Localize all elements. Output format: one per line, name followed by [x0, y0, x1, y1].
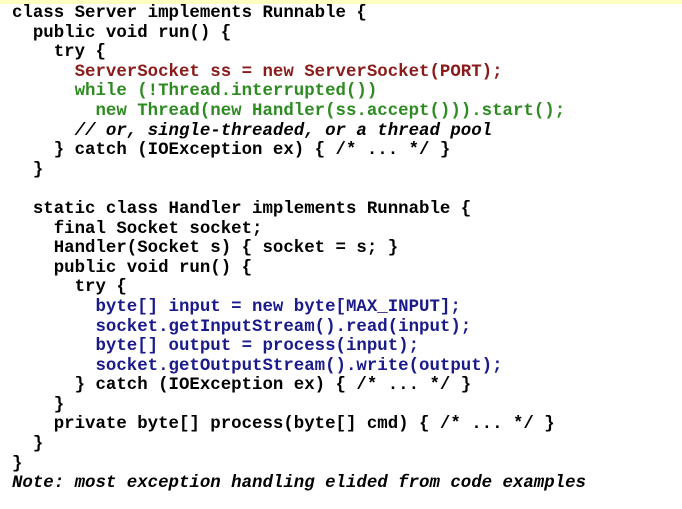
code-line: while (!Thread.interrupted())	[12, 82, 586, 102]
code-line: }	[12, 435, 586, 455]
code-text: final Socket socket;	[53, 219, 263, 239]
code-line: }	[12, 396, 586, 416]
code-line: private byte[] process(byte[] cmd) { /* …	[12, 415, 586, 435]
code-line: Handler(Socket s) { socket = s; }	[12, 239, 586, 259]
code-line: class Server implements Runnable {	[12, 4, 586, 24]
note-line: Note: most exception handling elided fro…	[12, 474, 586, 494]
code-line: static class Handler implements Runnable…	[12, 200, 586, 220]
code-listing: class Server implements Runnable { publi…	[12, 4, 586, 494]
code-text: byte[] output = process(input);	[95, 337, 420, 357]
code-text: Handler(Socket s) { socket = s; }	[53, 239, 399, 259]
code-text: }	[32, 435, 44, 455]
code-line: try {	[12, 278, 586, 298]
code-line: }	[12, 161, 586, 181]
code-text: static class Handler implements Runnable…	[32, 199, 472, 219]
code-line: } catch (IOException ex) { /* ... */ }	[12, 141, 586, 161]
code-text: byte[] input = new byte[MAX_INPUT];	[95, 297, 461, 317]
code-text: try {	[53, 43, 106, 63]
code-text: private byte[] process(byte[] cmd) { /* …	[53, 415, 555, 435]
code-text: socket.getOutputStream().write(output);	[95, 356, 503, 376]
code-comment-line: // or, single-threaded, or a thread pool	[12, 122, 586, 142]
code-text: socket.getInputStream().read(input);	[95, 317, 472, 337]
code-text: // or, single-threaded, or a thread pool	[74, 121, 493, 141]
code-text: } catch (IOException ex) { /* ... */ }	[53, 141, 451, 161]
code-text: class Server implements Runnable {	[12, 4, 367, 23]
note-text: Note: most exception handling elided fro…	[12, 474, 586, 494]
code-text: ServerSocket ss = new ServerSocket(PORT)…	[74, 62, 503, 82]
code-text: }	[12, 454, 23, 474]
code-line: try {	[12, 43, 586, 63]
code-line: public void run() {	[12, 259, 586, 279]
code-line: final Socket socket;	[12, 220, 586, 240]
code-line: ServerSocket ss = new ServerSocket(PORT)…	[12, 63, 586, 83]
code-line: socket.getOutputStream().write(output);	[12, 357, 586, 377]
code-text: new Thread(new Handler(ss.accept())).sta…	[95, 101, 566, 121]
code-line: new Thread(new Handler(ss.accept())).sta…	[12, 102, 586, 122]
code-text: public void run() {	[32, 23, 232, 43]
code-line: socket.getInputStream().read(input);	[12, 318, 586, 338]
code-line: byte[] input = new byte[MAX_INPUT];	[12, 298, 586, 318]
code-line: public void run() {	[12, 24, 586, 44]
code-line: }	[12, 455, 586, 475]
code-text: }	[32, 160, 44, 180]
code-line: byte[] output = process(input);	[12, 337, 586, 357]
code-text: } catch (IOException ex) { /* ... */ }	[74, 376, 472, 396]
code-line: } catch (IOException ex) { /* ... */ }	[12, 376, 586, 396]
code-text: public void run() {	[53, 258, 253, 278]
code-text: while (!Thread.interrupted())	[74, 82, 378, 102]
code-text: }	[53, 395, 65, 415]
code-text: try {	[74, 278, 127, 298]
